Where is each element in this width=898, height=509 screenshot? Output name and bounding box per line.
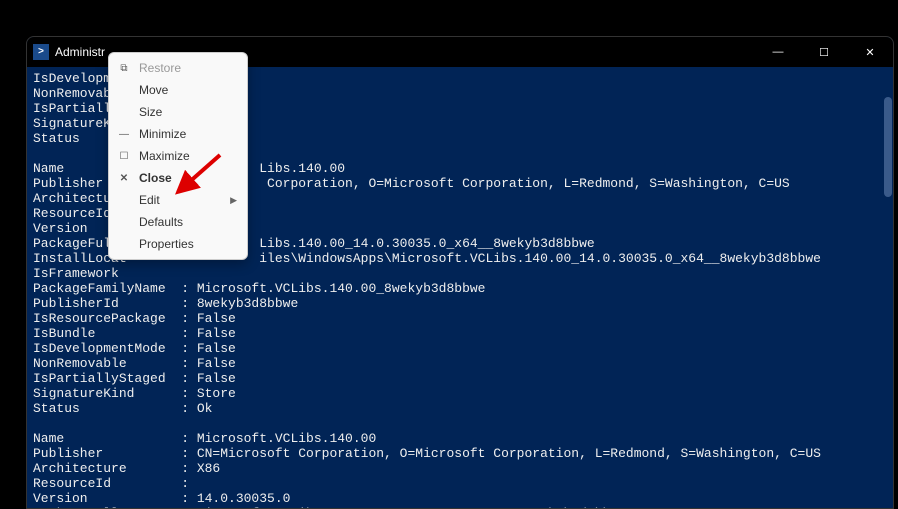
output-line: IsDevelopmentMode : False <box>33 341 236 356</box>
output-line: Status : Ok <box>33 401 212 416</box>
menu-label: Size <box>139 105 162 119</box>
scrollbar-track[interactable] <box>883 67 893 508</box>
minimize-icon: — <box>117 129 131 140</box>
menu-maximize[interactable]: ☐ Maximize <box>109 145 247 167</box>
menu-restore[interactable]: ⧉ Restore <box>109 57 247 79</box>
system-menu: ⧉ Restore Move Size — Minimize ☐ Maximiz… <box>108 52 248 260</box>
window-controls: — ☐ ✕ <box>755 37 893 67</box>
output-line: IsFramework <box>33 266 119 281</box>
powershell-icon: > <box>33 44 49 60</box>
close-icon: ✕ <box>117 173 131 184</box>
output-line: SignatureKind : Store <box>33 386 236 401</box>
output-line: IsResourcePackage : False <box>33 311 236 326</box>
menu-label: Properties <box>139 237 194 251</box>
menu-label: Close <box>139 171 172 185</box>
menu-label: Move <box>139 83 168 97</box>
output-line: ResourceId <box>33 206 111 221</box>
output-line: Version : 14.0.30035.0 <box>33 491 290 506</box>
menu-label: Edit <box>139 193 160 207</box>
menu-move[interactable]: Move <box>109 79 247 101</box>
output-line: Version <box>33 221 88 236</box>
minimize-button[interactable]: — <box>755 37 801 67</box>
maximize-button[interactable]: ☐ <box>801 37 847 67</box>
output-line: Architecture : X86 <box>33 461 220 476</box>
output-line: PublisherId : 8wekyb3d8bbwe <box>33 296 298 311</box>
maximize-icon: ☐ <box>117 151 131 162</box>
output-line: Publisher : CN=Microsoft Corporation, O=… <box>33 446 821 461</box>
restore-icon: ⧉ <box>117 63 131 74</box>
menu-label: Restore <box>139 61 181 75</box>
menu-edit[interactable]: Edit ▶ <box>109 189 247 211</box>
output-line: NonRemovable : False <box>33 356 236 371</box>
submenu-arrow-icon: ▶ <box>230 195 237 206</box>
menu-label: Defaults <box>139 215 183 229</box>
output-line: PackageFamilyName : Microsoft.VCLibs.140… <box>33 281 485 296</box>
menu-label: Minimize <box>139 127 186 141</box>
menu-label: Maximize <box>139 149 190 163</box>
output-line: IsBundle : False <box>33 326 236 341</box>
menu-properties[interactable]: Properties <box>109 233 247 255</box>
output-line: IsPartiallyStaged : False <box>33 371 236 386</box>
output-line: Name : Microsoft.VCLibs.140.00 <box>33 431 376 446</box>
output-line: Status <box>33 131 80 146</box>
menu-minimize[interactable]: — Minimize <box>109 123 247 145</box>
menu-close[interactable]: ✕ Close <box>109 167 247 189</box>
menu-size[interactable]: Size <box>109 101 247 123</box>
output-line: ResourceId : <box>33 476 189 491</box>
scrollbar-thumb[interactable] <box>884 97 892 197</box>
close-button[interactable]: ✕ <box>847 37 893 67</box>
menu-defaults[interactable]: Defaults <box>109 211 247 233</box>
output-line: PackageFullName : Microsoft.VCLibs.140.0… <box>33 506 626 508</box>
